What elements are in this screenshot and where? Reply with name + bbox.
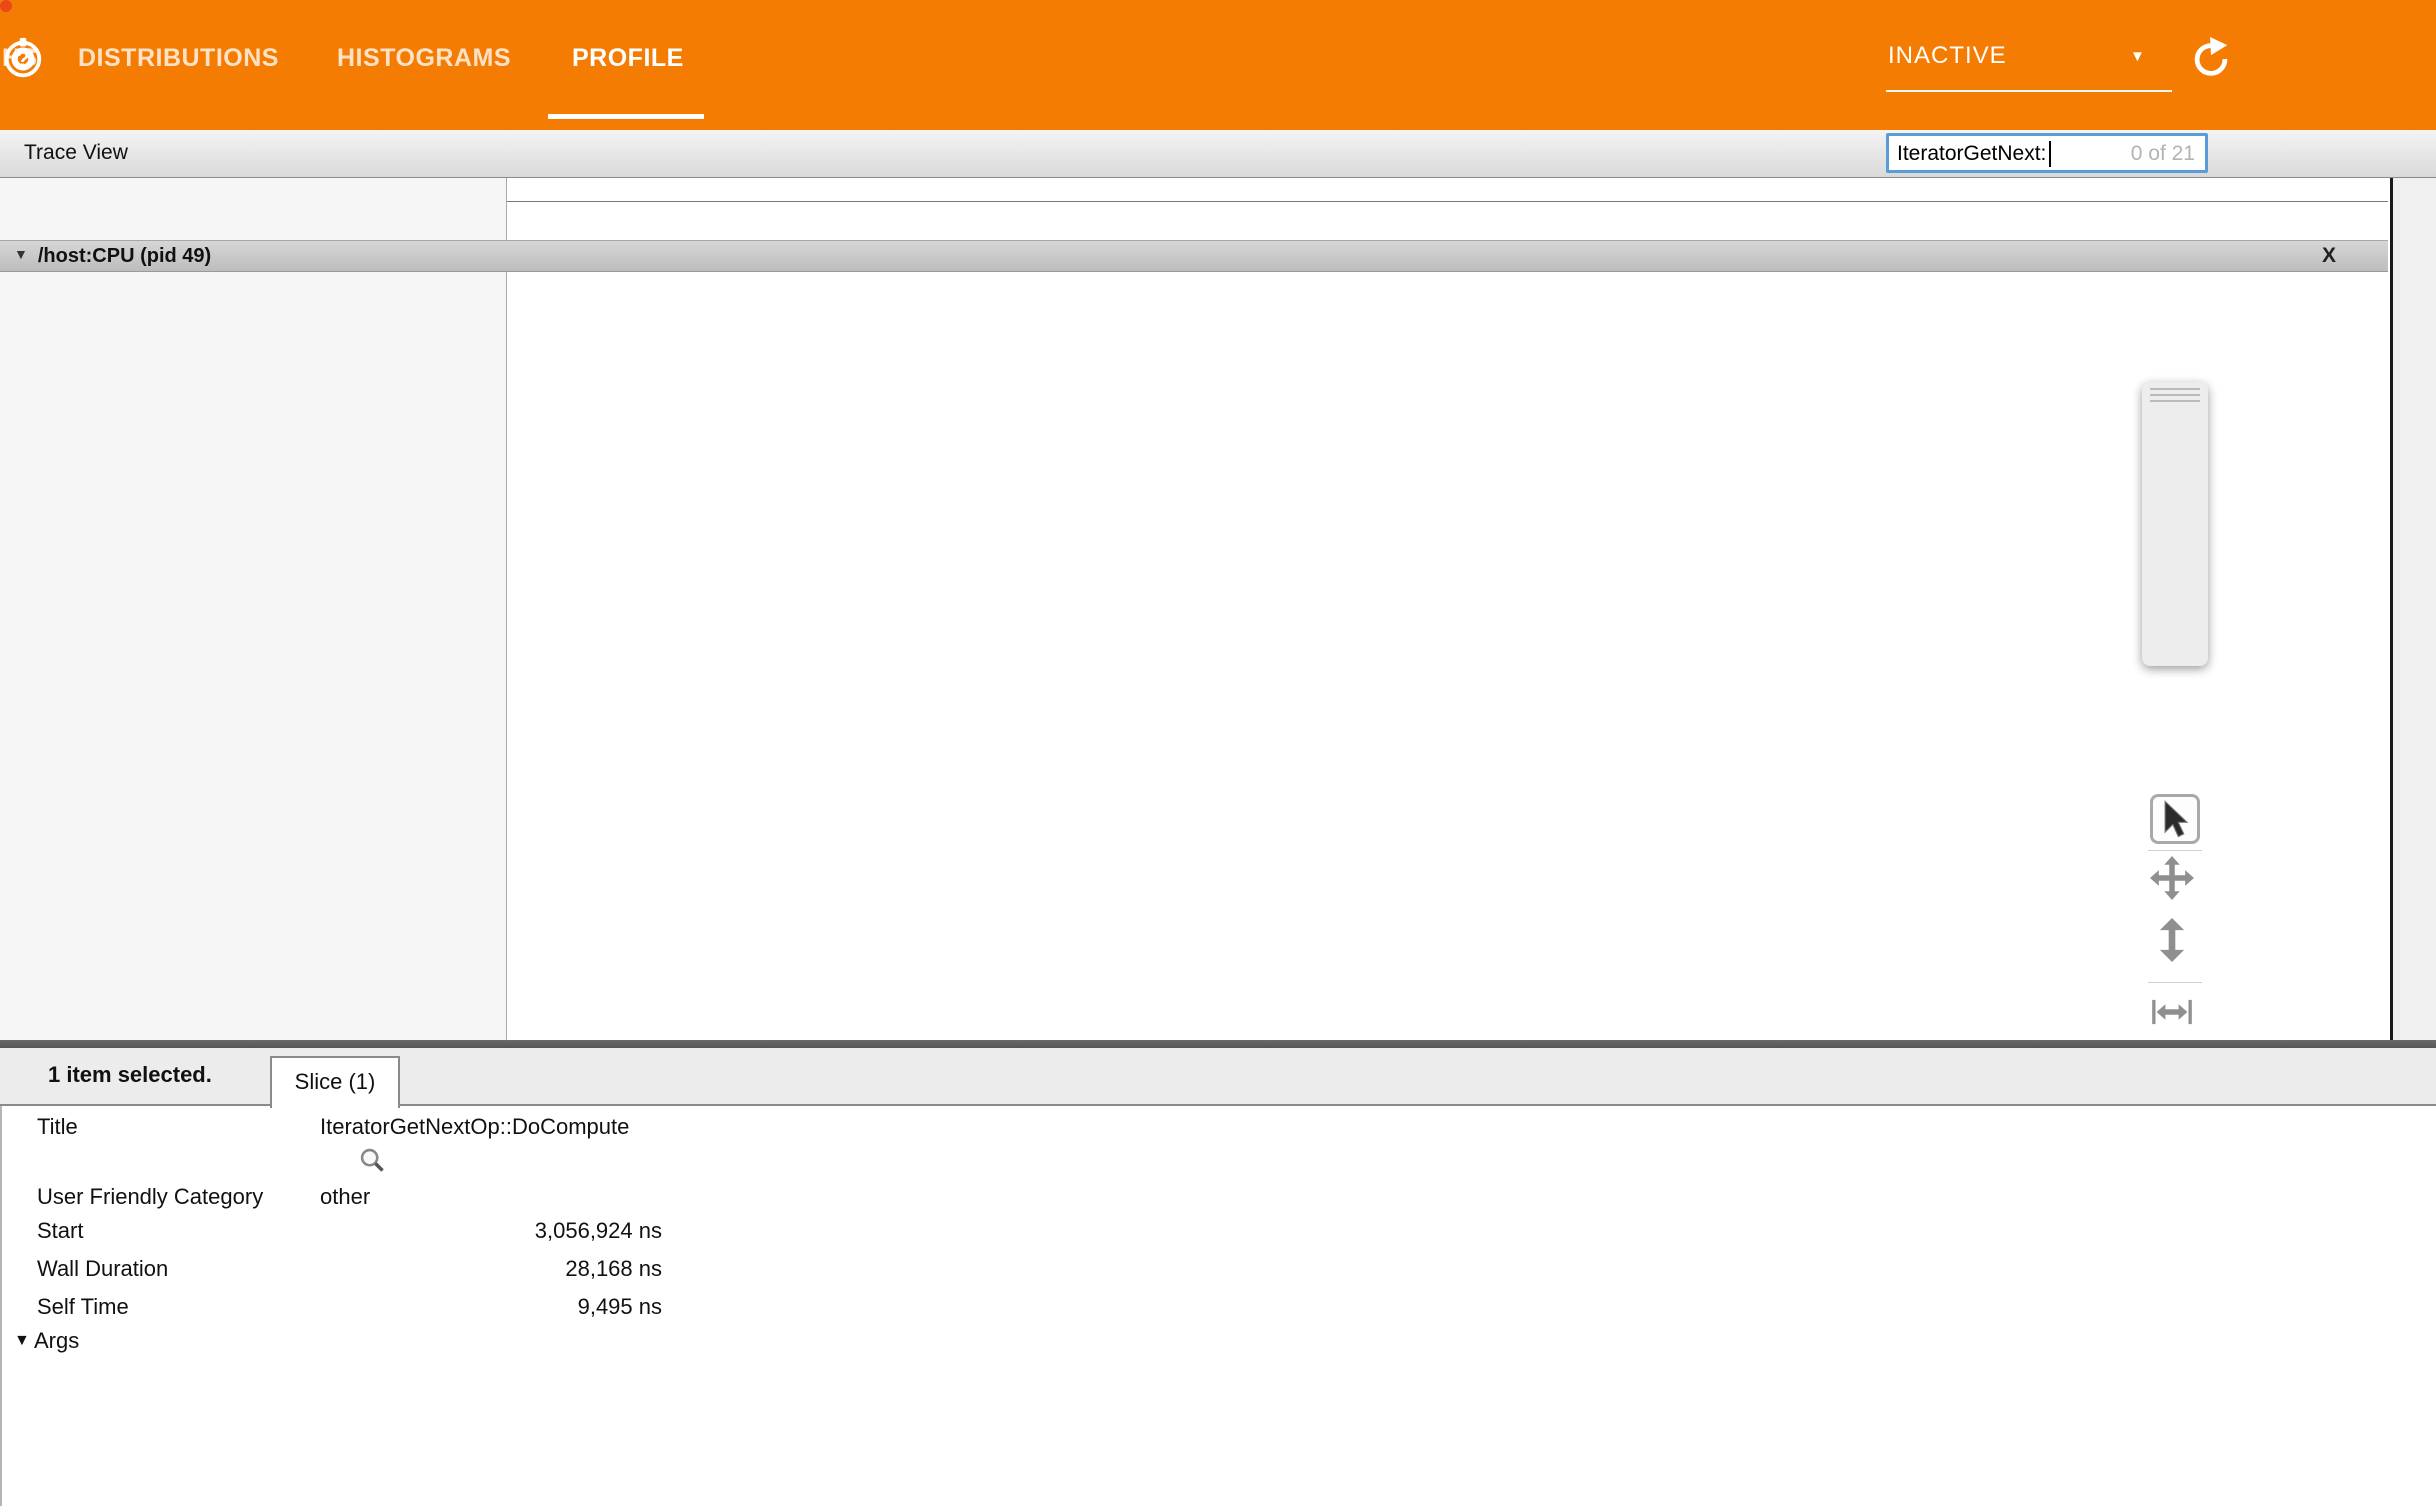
trace-tool-palette [2142,382,2208,666]
trace-view-title: Trace View [24,141,128,165]
field-value-wall-duration: 28,168 ns [422,1256,662,1282]
field-label-start: Start [37,1218,83,1244]
run-status-value: INACTIVE [1888,42,2007,70]
panel-splitter[interactable] [0,1040,2436,1048]
field-value-start: 3,056,924 ns [422,1218,662,1244]
help-icon[interactable]: ? [0,36,46,82]
trace-canvas[interactable] [507,178,2388,1040]
vertical-arrows-icon [2150,918,2194,962]
horizontal-arrows-icon [2150,990,2194,1034]
track-label-panel [0,178,507,1040]
select-tool-button[interactable] [2150,794,2200,844]
trace-view-toolbar: Trace View IteratorGetNext: 0 of 21 [0,130,2436,178]
tab-profile[interactable]: PROFILE [572,44,684,73]
pan-tool-button[interactable] [2150,856,2200,906]
field-label-self-time: Self Time [37,1294,129,1320]
text-caret [2049,141,2051,167]
chevron-down-icon: ▼ [2130,48,2145,65]
tensorboard-profile-page: HSDISTRIBUTIONSHISTOGRAMSPROFILE INACTIV… [0,0,2436,1506]
palette-drag-handle[interactable] [2150,388,2200,404]
field-value-self-time: 9,495 ns [422,1294,662,1320]
args-collapse-caret-icon[interactable]: ▼ [14,1332,30,1350]
detail-panel-body: Title IteratorGetNextOp::DoCompute User … [0,1106,2436,1506]
vertical-zoom-tool-button[interactable] [2150,918,2200,968]
field-value-category: other [320,1184,370,1210]
field-label-wall-duration: Wall Duration [37,1256,168,1282]
run-status-select[interactable]: INACTIVE ▼ [1886,34,2172,92]
horizontal-pan-tool-button[interactable] [2150,990,2200,1040]
move-icon [2150,856,2194,900]
args-header: Args [34,1328,79,1354]
time-ruler [507,178,2388,202]
tool-sidebar [2390,178,2436,1040]
selection-summary: 1 item selected. [48,1062,212,1088]
refresh-icon[interactable] [2188,36,2234,82]
field-label-category: User Friendly Category [37,1184,263,1210]
process-group-label: /host:CPU (pid 49) [38,245,211,267]
search-query: IteratorGetNext: [1897,142,2046,166]
tab-distributions[interactable]: DISTRIBUTIONS [78,44,279,73]
top-app-bar: HSDISTRIBUTIONSHISTOGRAMSPROFILE INACTIV… [0,0,2436,130]
process-group-bar[interactable]: ▼ /host:CPU (pid 49) X [0,240,2388,272]
search-result-count: 0 of 21 [2131,142,2195,166]
select-underline [1886,90,2172,92]
annotation-highlight-box [0,0,12,12]
svg-text:?: ? [16,47,29,72]
field-value-title: IteratorGetNextOp::DoCompute [320,1114,629,1140]
field-label-title: Title [37,1114,78,1140]
cursor-icon [2153,797,2197,841]
tab-slice[interactable]: Slice (1) [270,1056,400,1108]
active-tab-underline [548,114,704,119]
tab-histograms[interactable]: HISTOGRAMS [337,44,511,73]
collapse-caret-icon[interactable]: ▼ [14,246,28,262]
close-icon[interactable]: X [2322,244,2336,268]
search-input[interactable]: IteratorGetNext: 0 of 21 [1886,133,2208,173]
search-slice-icon[interactable] [358,1146,386,1179]
